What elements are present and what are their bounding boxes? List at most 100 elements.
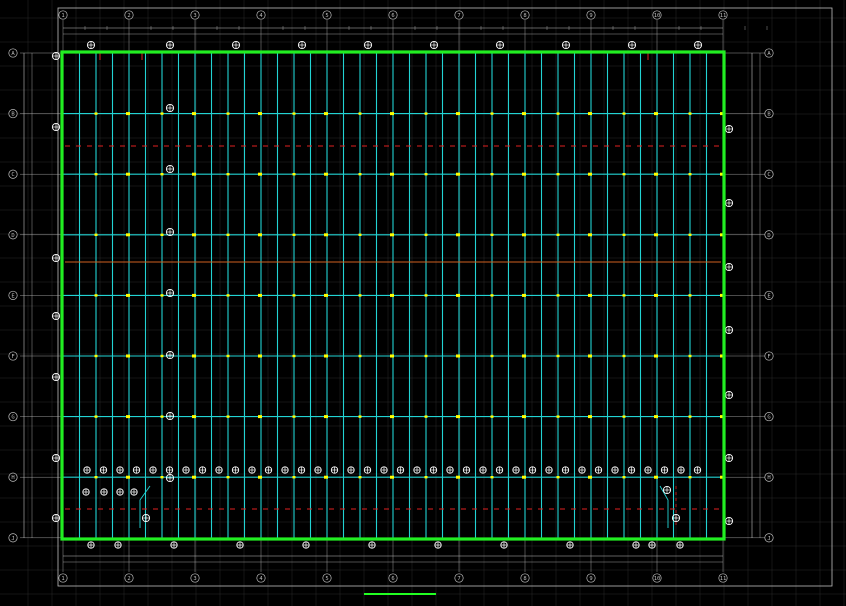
junction-node-minor [424, 415, 428, 418]
junction-node-minor [424, 173, 428, 176]
axis-bubble-left-label: C [11, 172, 14, 178]
junction-node [588, 415, 592, 419]
junction-node-minor [358, 476, 362, 479]
junction-node-minor [358, 294, 362, 297]
axis-bubble-right-label: C [767, 172, 770, 178]
junction-node [324, 233, 328, 237]
junction-node-minor [226, 294, 230, 297]
junction-node [126, 112, 130, 116]
junction-node [588, 233, 592, 237]
junction-node [456, 415, 460, 419]
axis-bubble-top-label: 7 [457, 13, 460, 19]
junction-node-minor [226, 476, 230, 479]
axis-bubble-left-label: J [11, 536, 14, 542]
axis-bubble-bottom-label: 1 [61, 576, 64, 582]
junction-node-minor [292, 354, 296, 358]
junction-node [522, 112, 526, 116]
junction-node-minor [160, 294, 164, 297]
junction-node-minor [688, 173, 692, 176]
axis-bubble-right-label: D [767, 233, 770, 239]
axis-bubble-left-label: E [11, 293, 14, 299]
junction-node-minor [160, 173, 164, 176]
junction-node-minor [622, 354, 626, 358]
junction-node [192, 354, 196, 358]
axis-bubble-top-label: 9 [589, 13, 592, 19]
junction-node-minor [424, 476, 428, 479]
title-underline [364, 593, 436, 595]
junction-node [588, 475, 592, 479]
junction-node [126, 172, 130, 176]
junction-node [258, 172, 262, 176]
junction-node [126, 233, 130, 237]
junction-node-minor [226, 173, 230, 176]
junction-node-minor [292, 415, 296, 418]
junction-node-minor [94, 233, 98, 236]
junction-node [522, 354, 526, 358]
junction-node [126, 415, 130, 419]
junction-node [654, 172, 658, 176]
junction-node-minor [226, 233, 230, 236]
axis-bubble-right-label: J [767, 536, 770, 542]
cad-drawing-canvas[interactable]: 1 2 3 4 5 6 7 8 9 10 11 1 2 3 4 5 6 7 8 9 10 11 ABCDEFGHJ AB… [0, 0, 846, 606]
junction-node [192, 293, 196, 297]
junction-node-minor [490, 354, 494, 358]
axis-bubble-bottom-label: 10 [654, 576, 661, 582]
axis-bubble-right-label: H [767, 475, 770, 481]
junction-node [324, 475, 328, 479]
junction-node [522, 475, 526, 479]
junction-node [522, 172, 526, 176]
axis-bubble-right-label: F [767, 354, 770, 360]
axis-bubble-bottom-label: 7 [457, 576, 460, 582]
junction-node [324, 172, 328, 176]
junction-node-minor [490, 112, 494, 115]
junction-node-minor [94, 294, 98, 297]
junction-node-minor [160, 354, 164, 358]
junction-node-minor [556, 294, 560, 297]
junction-node [522, 293, 526, 297]
junction-node [324, 293, 328, 297]
junction-node-minor [556, 173, 560, 176]
junction-node-minor [688, 112, 692, 115]
canvas-background [0, 0, 846, 606]
junction-node-minor [226, 415, 230, 418]
junction-node [126, 293, 130, 297]
junction-node-minor [556, 476, 560, 479]
axis-bubble-left-label: G [11, 415, 14, 421]
junction-node [258, 293, 262, 297]
axis-bubble-bottom-label: 2 [127, 576, 130, 582]
junction-node [192, 172, 196, 176]
junction-node [192, 233, 196, 237]
junction-node-minor [688, 476, 692, 479]
junction-node-minor [358, 233, 362, 236]
junction-node [258, 415, 262, 419]
axis-bubble-top-label: 1 [61, 13, 64, 19]
junction-node [390, 172, 394, 176]
junction-node [522, 415, 526, 419]
junction-node-minor [622, 476, 626, 479]
junction-node [324, 112, 328, 116]
junction-node-minor [490, 173, 494, 176]
junction-node-minor [160, 476, 164, 479]
junction-node-minor [622, 112, 626, 115]
junction-node [654, 233, 658, 237]
junction-node [456, 233, 460, 237]
axis-bubble-bottom-label: 6 [391, 576, 394, 582]
axis-bubble-top-label: 10 [654, 13, 661, 19]
junction-node-minor [160, 415, 164, 418]
junction-node [654, 415, 658, 419]
junction-node-minor [226, 354, 230, 358]
junction-node [390, 293, 394, 297]
junction-node-minor [490, 415, 494, 418]
junction-node-minor [424, 294, 428, 297]
junction-node-minor [424, 233, 428, 236]
junction-node [588, 172, 592, 176]
junction-node [258, 112, 262, 116]
axis-bubble-left-label: F [11, 354, 14, 360]
junction-node [654, 112, 658, 116]
junction-node-minor [358, 354, 362, 358]
junction-node [588, 112, 592, 116]
junction-node-minor [292, 233, 296, 236]
junction-node-minor [622, 294, 626, 297]
junction-node [390, 415, 394, 419]
axis-bubble-bottom-label: 8 [523, 576, 526, 582]
